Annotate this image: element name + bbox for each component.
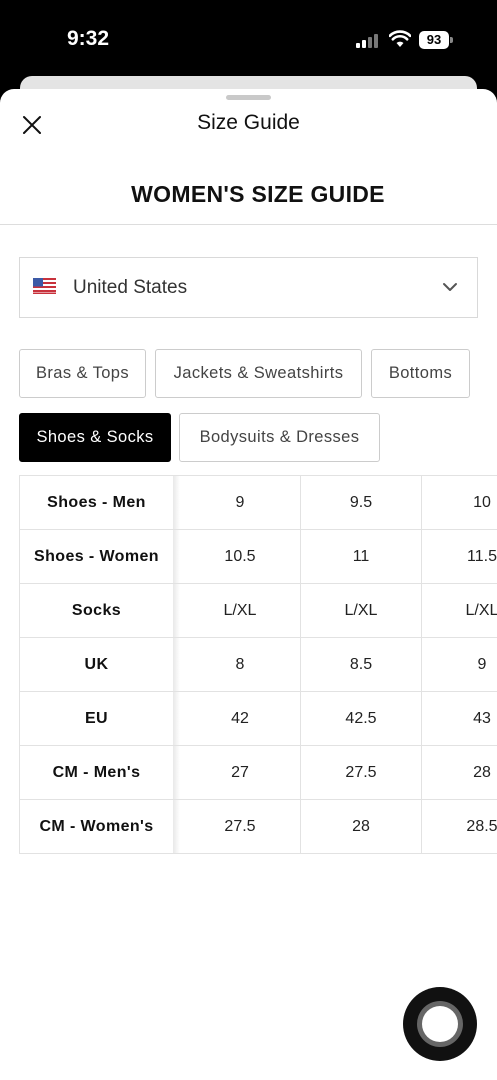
wifi-icon [389,30,411,47]
column-divider [173,584,180,637]
page-title: WOMEN'S SIZE GUIDE [131,181,385,207]
table-row: Socks L/XL L/XL L/XL [19,584,497,638]
row-header: Shoes - Men [19,476,174,529]
table-row: CM - Women's 27.5 28 28.5 [19,800,497,854]
row-header: CM - Men's [19,746,174,799]
battery-icon: 93 [419,31,449,49]
table-row: CM - Men's 27 27.5 28 [19,746,497,800]
column-divider [173,530,180,583]
country-label: United States [73,277,188,298]
table-cell: 43 [422,692,497,745]
tab-bras-tops[interactable]: Bras & Tops [19,349,146,398]
table-cell: 11.5 [422,530,497,583]
row-header: CM - Women's [19,800,174,853]
country-select[interactable]: United States [19,257,478,318]
table-cell: 9 [180,476,301,529]
chevron-down-icon [443,283,457,291]
table-cell: 9.5 [301,476,422,529]
row-header: UK [19,638,174,691]
table-cell: 28 [422,746,497,799]
table-cell: 27.5 [180,800,301,853]
column-divider [173,746,180,799]
table-cell: 42 [180,692,301,745]
table-row: Shoes - Men 9 9.5 10 [19,475,497,530]
chat-button[interactable] [403,987,477,1061]
column-divider [173,692,180,745]
table-row: Shoes - Women 10.5 11 11.5 [19,530,497,584]
signal-icon [356,33,382,48]
status-time: 9:32 [67,27,110,50]
table-cell: 28 [301,800,422,853]
table-cell: L/XL [422,584,497,637]
size-table[interactable]: Shoes - Men 9 9.5 10 Shoes - Women 10.5 … [19,475,497,854]
tab-jackets-sweatshirts[interactable]: Jackets & Sweatshirts [155,349,362,398]
tab-bottoms[interactable]: Bottoms [371,349,470,398]
table-row: EU 42 42.5 43 [19,692,497,746]
chat-button-inner [422,1006,458,1042]
table-cell: 9 [422,638,497,691]
table-cell: 42.5 [301,692,422,745]
table-cell: 11 [301,530,422,583]
column-divider [173,800,180,853]
table-cell: 10 [422,476,497,529]
table-row: UK 8 8.5 9 [19,638,497,692]
flag-us-icon [33,278,56,294]
column-divider [173,476,180,529]
table-cell: 10.5 [180,530,301,583]
sheet-title: Size Guide [197,111,300,134]
size-guide-sheet: Size Guide WOMEN'S SIZE GUIDE United Sta… [0,89,497,1080]
table-cell: L/XL [180,584,301,637]
column-divider [173,638,180,691]
table-cell: 8 [180,638,301,691]
row-header: Shoes - Women [19,530,174,583]
table-cell: 28.5 [422,800,497,853]
table-cell: 8.5 [301,638,422,691]
table-cell: L/XL [301,584,422,637]
battery-tip [450,37,453,43]
tab-shoes-socks[interactable]: Shoes & Socks [19,413,171,462]
divider [0,224,497,225]
table-cell: 27 [180,746,301,799]
table-cell: 27.5 [301,746,422,799]
status-bar: 9:32 93 [0,0,497,80]
sheet-grabber[interactable] [226,95,271,100]
row-header: Socks [19,584,174,637]
tab-bodysuits-dresses[interactable]: Bodysuits & Dresses [179,413,380,462]
row-header: EU [19,692,174,745]
